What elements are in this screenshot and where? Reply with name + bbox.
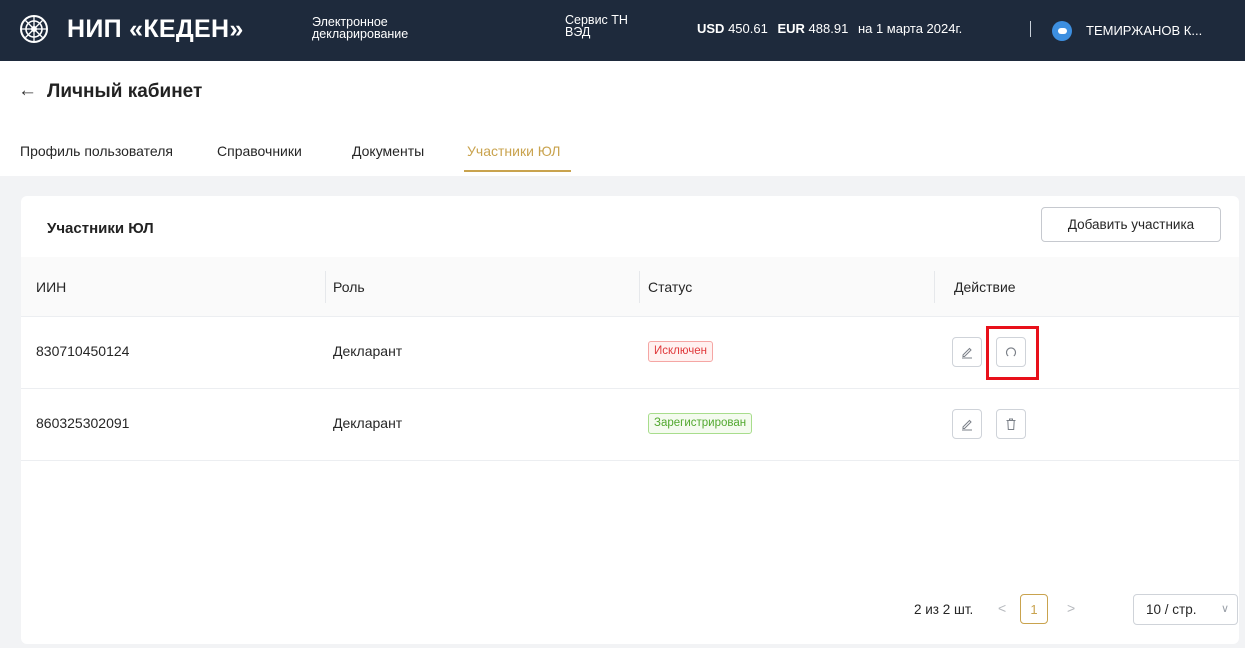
- edeclaration-line2: декларирование: [312, 27, 409, 41]
- column-status: Статус: [648, 279, 693, 295]
- column-separator: [325, 271, 326, 303]
- back-arrow-icon[interactable]: ←: [18, 80, 37, 102]
- add-member-button[interactable]: Добавить участника: [1041, 207, 1221, 242]
- column-action: Действие: [954, 279, 1016, 295]
- eur-value: 488.91: [808, 21, 849, 36]
- column-separator: [639, 271, 640, 303]
- highlight-box: [986, 326, 1039, 380]
- edeclaration-link[interactable]: Электронное декларирование: [312, 16, 422, 41]
- tab-profile[interactable]: Профиль пользователя: [20, 143, 173, 159]
- usd-label: USD: [697, 21, 725, 36]
- status-badge: Зарегистрирован: [648, 413, 753, 434]
- status-badge: Исключен: [648, 341, 713, 362]
- page-size-value: 10 / стр.: [1146, 602, 1197, 617]
- card-title: Участники ЮЛ: [47, 220, 154, 237]
- user-name[interactable]: ТЕМИРЖАНОВ К...: [1086, 23, 1202, 38]
- table-row: 860325302091 Декларант Зарегистрирован: [21, 389, 1239, 461]
- tab-legal-entity-members[interactable]: Участники ЮЛ: [467, 143, 560, 159]
- user-avatar-icon[interactable]: [1052, 21, 1072, 41]
- eur-label: EUR: [777, 21, 805, 36]
- row-iin: 860325302091: [36, 415, 130, 431]
- table-header: ИИН Роль Статус Действие: [21, 257, 1239, 317]
- row-iin: 830710450124: [36, 343, 130, 359]
- delete-button[interactable]: [996, 409, 1026, 439]
- active-tab-indicator: [464, 170, 571, 172]
- usd-value: 450.61: [728, 21, 768, 36]
- delete-icon: [1006, 418, 1016, 430]
- edit-button[interactable]: [952, 409, 982, 439]
- row-role: Декларант: [333, 343, 403, 359]
- table-row: 830710450124 Декларант Исключен: [21, 317, 1239, 389]
- edit-icon: [962, 347, 972, 359]
- edit-icon: [962, 419, 972, 431]
- page-title: Личный кабинет: [47, 81, 203, 102]
- tnved-line2: ВЭД: [565, 25, 591, 39]
- top-bar: НИП «КЕДЕН» Электронное декларирование С…: [0, 0, 1245, 61]
- tnved-service-link[interactable]: Сервис ТН ВЭД: [565, 14, 655, 39]
- page-button-current[interactable]: 1: [1020, 594, 1048, 624]
- header-divider: [1030, 21, 1031, 37]
- chevron-down-icon: ∨: [1220, 603, 1229, 615]
- tab-documents[interactable]: Документы: [352, 143, 424, 159]
- rate-date: на 1 марта 2024г.: [857, 21, 963, 36]
- column-separator: [934, 271, 935, 303]
- members-card: Участники ЮЛ Добавить участника ИИН Роль…: [21, 196, 1239, 644]
- brand-name[interactable]: НИП «КЕДЕН»: [67, 15, 244, 44]
- edit-button[interactable]: [952, 337, 982, 367]
- chevron-right-icon[interactable]: >: [1067, 600, 1075, 616]
- logo-icon: [20, 15, 48, 43]
- column-role: Роль: [333, 279, 365, 295]
- currency-rates: USD 450.61 EUR 488.91 на 1 марта 2024г.: [697, 21, 962, 36]
- pagination-total: 2 из 2 шт.: [914, 602, 974, 617]
- tab-directories[interactable]: Справочники: [217, 143, 302, 159]
- row-role: Декларант: [333, 415, 403, 431]
- column-iin: ИИН: [36, 279, 67, 295]
- page-size-select[interactable]: 10 / стр. ∨: [1133, 594, 1238, 625]
- chevron-left-icon[interactable]: <: [998, 600, 1006, 616]
